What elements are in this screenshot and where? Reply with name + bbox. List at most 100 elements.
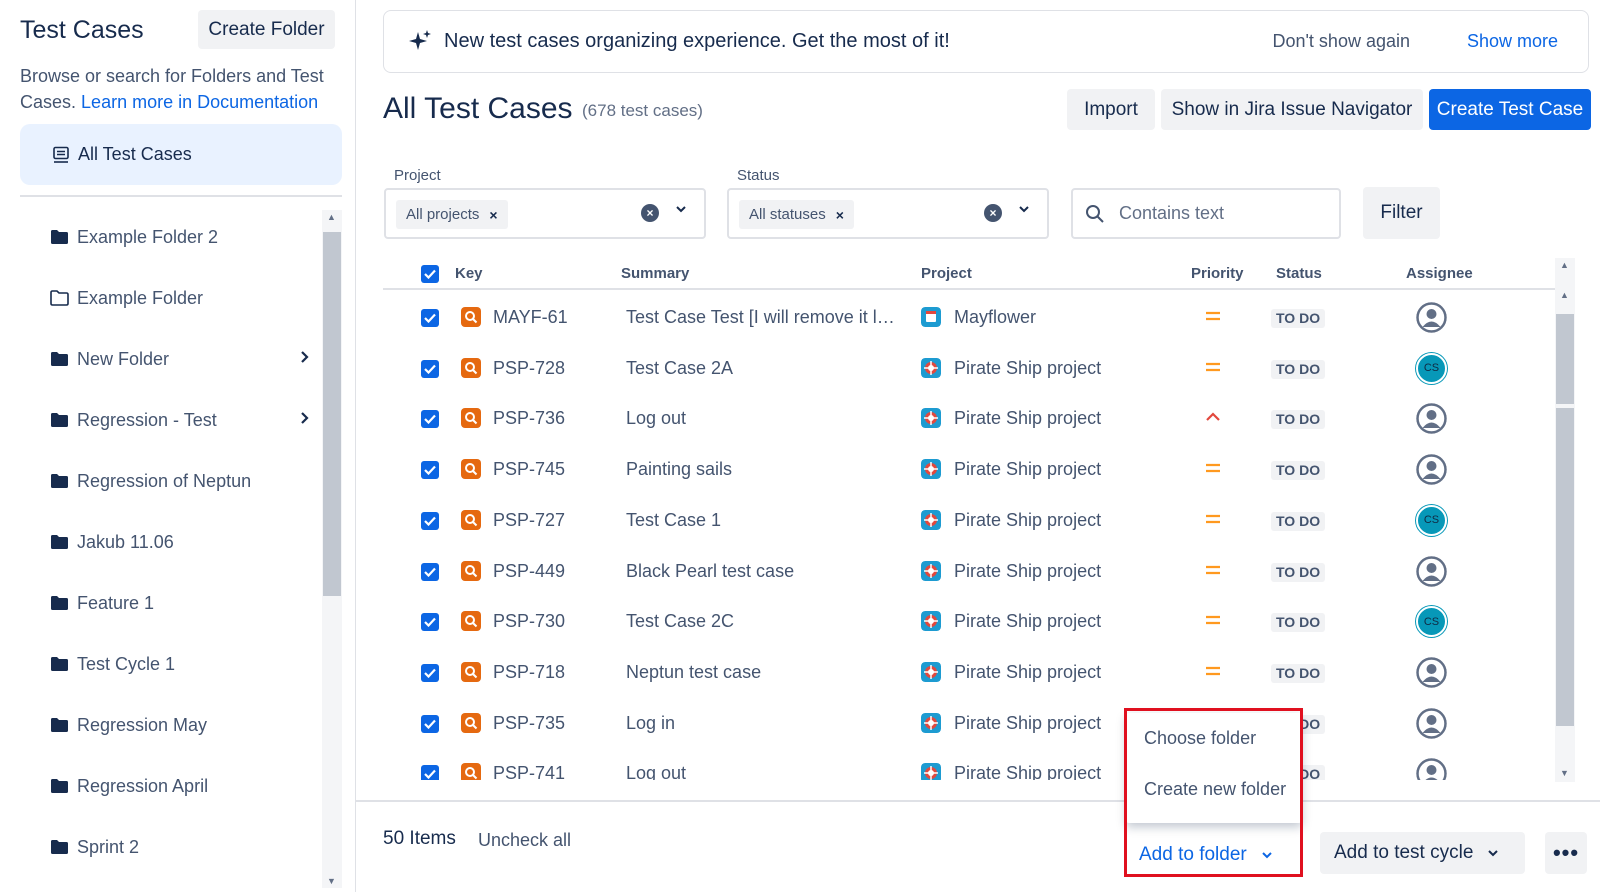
summary-cell[interactable]: Test Case 2C <box>626 611 901 632</box>
dont-show-again-link[interactable]: Don't show again <box>1272 31 1410 52</box>
summary-cell[interactable]: Test Case Test [I will remove it la... <box>626 307 901 328</box>
folder-item[interactable]: Test Cycle 1 <box>50 644 310 684</box>
chevron-down-icon[interactable] <box>1018 202 1030 218</box>
show-in-jira-navigator-button[interactable]: Show in Jira Issue Navigator <box>1161 89 1423 130</box>
unassigned-avatar-icon[interactable] <box>1416 657 1447 688</box>
table-row[interactable]: PSP-745 Painting sails Pirate Ship project… <box>383 444 1549 496</box>
table-row[interactable]: PSP-727 Test Case 1 Pirate Ship project TO … <box>383 495 1549 547</box>
table-row[interactable]: PSP-728 Test Case 2A Pirate Ship project TO… <box>383 343 1549 395</box>
summary-cell[interactable]: Black Pearl test case <box>626 561 901 582</box>
issue-key-link[interactable]: PSP-741 <box>493 763 565 780</box>
column-header-assignee[interactable]: Assignee <box>1406 265 1473 282</box>
unassigned-avatar-icon[interactable] <box>1416 707 1447 739</box>
folder-item[interactable]: Feature 1 <box>50 583 310 623</box>
folder-item[interactable]: Regression April <box>50 766 310 806</box>
scrollbar-thumb[interactable] <box>323 232 341 596</box>
unassigned-avatar-icon[interactable] <box>1416 302 1447 333</box>
table-row[interactable]: PSP-735Log inPirate Ship projectTO DO <box>383 698 1549 750</box>
more-actions-button[interactable]: ••• <box>1545 832 1587 874</box>
folder-item[interactable]: Example Folder 2 <box>50 217 310 257</box>
scroll-down-arrow-icon[interactable]: ▼ <box>1560 768 1569 778</box>
issue-key-link[interactable]: PSP-735 <box>493 713 565 734</box>
row-checkbox[interactable] <box>421 613 439 632</box>
scrollbar-thumb[interactable] <box>1556 314 1574 404</box>
avatar[interactable]: CS <box>1416 504 1447 536</box>
issue-key-link[interactable]: MAYF-61 <box>493 307 568 328</box>
summary-cell[interactable]: Log in <box>626 713 901 734</box>
issue-key-link[interactable]: PSP-727 <box>493 510 565 531</box>
scroll-down-arrow-icon[interactable]: ▼ <box>327 876 336 886</box>
summary-cell[interactable]: Test Case 1 <box>626 510 901 531</box>
clear-icon[interactable]: × <box>984 204 1002 222</box>
table-row[interactable]: MAYF-61 Test Case Test [I will remove it … <box>383 292 1549 344</box>
column-header-priority[interactable]: Priority <box>1191 265 1244 282</box>
row-checkbox[interactable] <box>421 765 439 780</box>
row-checkbox[interactable] <box>421 461 439 480</box>
chevron-right-icon[interactable] <box>300 350 310 369</box>
unassigned-avatar-icon[interactable] <box>1416 555 1447 587</box>
unassigned-avatar-icon[interactable] <box>1416 403 1447 435</box>
issue-key-link[interactable]: PSP-736 <box>493 408 565 429</box>
search-input[interactable] <box>1119 203 1319 224</box>
sidebar-scrollbar[interactable]: ▲ ▼ <box>322 210 342 888</box>
folder-item[interactable]: New Folder <box>50 339 310 379</box>
create-folder-button[interactable]: Create Folder <box>198 10 335 49</box>
folder-item[interactable]: Regression of Neptun <box>50 461 310 501</box>
unassigned-avatar-icon[interactable] <box>1416 758 1447 780</box>
project-filter-select[interactable]: All projects × × <box>384 188 706 239</box>
scroll-up-arrow-icon[interactable]: ▲ <box>327 212 336 222</box>
table-row[interactable]: PSP-741Log outPirate Ship projectTO DO <box>383 748 1549 780</box>
create-test-case-button[interactable]: Create Test Case <box>1429 89 1591 130</box>
show-more-link[interactable]: Show more <box>1467 31 1558 52</box>
folder-item[interactable]: Sprint 2 <box>50 827 310 867</box>
issue-key-link[interactable]: PSP-449 <box>493 561 565 582</box>
add-to-test-cycle-button[interactable]: Add to test cycle <box>1320 832 1525 874</box>
issue-key-link[interactable]: PSP-745 <box>493 459 565 480</box>
row-checkbox[interactable] <box>421 663 439 682</box>
scroll-up-arrow-icon[interactable]: ▲ <box>1560 260 1569 270</box>
row-checkbox[interactable] <box>421 511 439 530</box>
remove-chip-icon[interactable]: × <box>836 207 844 223</box>
column-header-summary[interactable]: Summary <box>621 265 689 282</box>
unassigned-avatar-icon[interactable] <box>1416 454 1447 485</box>
folder-item[interactable]: Example Folder <box>50 278 310 318</box>
table-row[interactable]: PSP-449 Black Pearl test case Pirate Ship … <box>383 546 1549 598</box>
column-header-status[interactable]: Status <box>1276 265 1322 282</box>
uncheck-all-button[interactable]: Uncheck all <box>478 830 571 851</box>
table-row[interactable]: PSP-736 Log out Pirate Ship project TO DO <box>383 393 1549 445</box>
table-row[interactable]: PSP-730 Test Case 2C Pirate Ship project TO… <box>383 596 1549 648</box>
row-checkbox[interactable] <box>421 562 439 581</box>
status-filter-select[interactable]: All statuses × × <box>727 188 1049 239</box>
learn-more-link[interactable]: Learn more in Documentation <box>81 92 318 112</box>
search-field[interactable] <box>1071 188 1341 239</box>
summary-cell[interactable]: Log out <box>626 408 901 429</box>
summary-cell[interactable]: Painting sails <box>626 459 901 480</box>
table-scrollbar[interactable]: ▲ ▲ ▼ <box>1555 258 1575 782</box>
clear-icon[interactable]: × <box>641 204 659 222</box>
import-button[interactable]: Import <box>1067 89 1155 130</box>
row-checkbox[interactable] <box>421 714 439 733</box>
summary-cell[interactable]: Neptun test case <box>626 662 901 683</box>
avatar[interactable]: CS <box>1416 606 1447 638</box>
remove-chip-icon[interactable]: × <box>489 207 497 223</box>
scroll-up-arrow-icon[interactable]: ▲ <box>1560 290 1569 300</box>
row-checkbox[interactable] <box>421 309 439 327</box>
issue-key-link[interactable]: PSP-728 <box>493 358 565 379</box>
folder-item[interactable]: Jakub 11.06 <box>50 522 310 562</box>
column-header-key[interactable]: Key <box>455 265 483 282</box>
row-checkbox[interactable] <box>421 359 439 378</box>
filter-button[interactable]: Filter <box>1363 187 1440 239</box>
column-header-project[interactable]: Project <box>921 265 972 282</box>
folder-item[interactable]: Regression - Test <box>50 400 310 440</box>
summary-cell[interactable]: Log out <box>626 763 901 780</box>
issue-key-link[interactable]: PSP-730 <box>493 611 565 632</box>
table-row[interactable]: PSP-718 Neptun test case Pirate Ship proje… <box>383 647 1549 699</box>
chevron-right-icon[interactable] <box>300 411 310 430</box>
sidebar-item-all-test-cases[interactable]: All Test Cases <box>20 124 342 185</box>
issue-key-link[interactable]: PSP-718 <box>493 662 565 683</box>
avatar[interactable]: CS <box>1416 352 1447 384</box>
select-all-checkbox[interactable] <box>421 265 439 283</box>
chevron-down-icon[interactable] <box>675 202 687 218</box>
row-checkbox[interactable] <box>421 410 439 429</box>
summary-cell[interactable]: Test Case 2A <box>626 358 901 379</box>
